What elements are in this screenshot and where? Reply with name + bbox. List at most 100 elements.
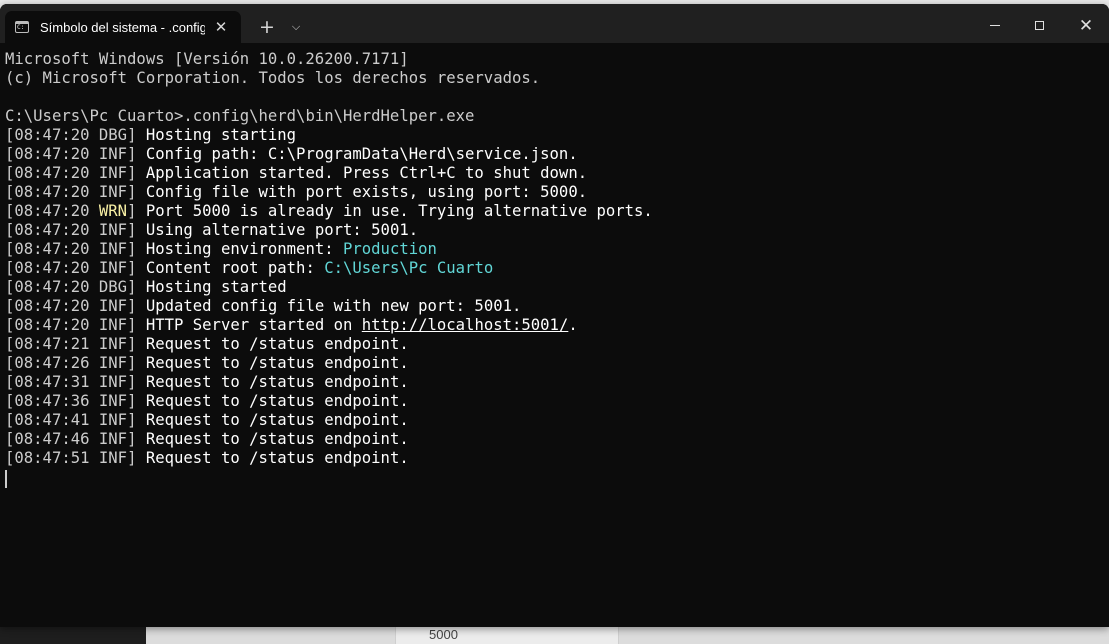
- log-bracket: ]: [127, 411, 146, 429]
- log-message: Updated config file with new port: 5001.: [145, 297, 522, 315]
- tab-command-prompt[interactable]: Símbolo del sistema - .config\ ✕: [5, 11, 241, 43]
- log-bracket: [: [5, 335, 15, 353]
- chevron-down-icon[interactable]: ⌵: [286, 17, 306, 37]
- log-bracket: [: [5, 126, 15, 144]
- log-bracket: [: [5, 183, 15, 201]
- log-line: [08:47:31 INF] Request to /status endpoi…: [5, 373, 1095, 392]
- log-timestamp: 08:47:20: [14, 316, 90, 334]
- log-line: [08:47:20 INF] Application started. Pres…: [5, 164, 1095, 183]
- log-line: [08:47:36 INF] Request to /status endpoi…: [5, 392, 1095, 411]
- log-bracket: [: [5, 316, 15, 334]
- background-dark-panel: [0, 626, 146, 644]
- log-level: INF: [98, 373, 128, 391]
- log-bracket: [: [5, 373, 15, 391]
- log-line: [08:47:20 INF] Hosting environment: Prod…: [5, 240, 1095, 259]
- new-tab-button[interactable]: +: [257, 17, 277, 37]
- log-bracket: [: [5, 411, 15, 429]
- log-level: INF: [98, 145, 128, 163]
- log-timestamp: 08:47:20: [14, 202, 90, 220]
- log-line: [08:47:51 INF] Request to /status endpoi…: [5, 449, 1095, 468]
- log-line: [08:47:20 INF] Content root path: C:\Use…: [5, 259, 1095, 278]
- log-level: INF: [98, 221, 128, 239]
- log-bracket: [: [5, 221, 15, 239]
- log-timestamp: 08:47:51: [14, 449, 90, 467]
- log-level: INF: [98, 354, 128, 372]
- log-timestamp: 08:47:20: [14, 183, 90, 201]
- log-line: [08:47:20 DBG] Hosting starting: [5, 126, 1095, 145]
- log-bracket: ]: [127, 278, 146, 296]
- log-bracket: [: [5, 240, 15, 258]
- console-output[interactable]: Microsoft Windows [Versión 10.0.26200.71…: [5, 50, 1095, 620]
- log-level: INF: [98, 392, 128, 410]
- log-bracket: [: [5, 202, 15, 220]
- log-line: [08:47:20 INF] Config path: C:\ProgramDa…: [5, 145, 1095, 164]
- log-bracket: ]: [127, 259, 146, 277]
- console-header-line: Microsoft Windows [Versión 10.0.26200.71…: [5, 50, 409, 68]
- log-timestamp: 08:47:20: [14, 278, 90, 296]
- log-line: [08:47:20 INF] HTTP Server started on ht…: [5, 316, 1095, 335]
- log-timestamp: 08:47:20: [14, 145, 90, 163]
- log-timestamp: 08:47:20: [14, 297, 90, 315]
- log-message: Config file with port exists, using port…: [145, 183, 588, 201]
- log-level: DBG: [98, 126, 128, 144]
- log-bracket: ]: [127, 430, 146, 448]
- log-timestamp: 08:47:20: [14, 240, 90, 258]
- log-line: [08:47:20 INF] Updated config file with …: [5, 297, 1095, 316]
- text-cursor: [5, 470, 7, 488]
- log-bracket: ]: [127, 297, 146, 315]
- log-bracket: ]: [127, 164, 146, 182]
- log-line: [08:47:46 INF] Request to /status endpoi…: [5, 430, 1095, 449]
- log-message: Content root path:: [145, 259, 325, 277]
- log-message: Request to /status endpoint.: [145, 392, 409, 410]
- log-message: HTTP Server started on: [145, 316, 362, 334]
- log-timestamp: 08:47:26: [14, 354, 90, 372]
- log-line: [08:47:20 WRN] Port 5000 is already in u…: [5, 202, 1095, 221]
- close-button[interactable]: ✕: [1063, 10, 1109, 42]
- log-line: [08:47:20 INF] Config file with port exi…: [5, 183, 1095, 202]
- log-list: [08:47:20 DBG] Hosting starting [08:47:20…: [5, 126, 1095, 468]
- log-level: INF: [98, 240, 128, 258]
- minimize-icon: [990, 25, 1000, 26]
- log-bracket: ]: [127, 373, 146, 391]
- tab-close-icon[interactable]: ✕: [213, 19, 229, 35]
- maximize-button[interactable]: [1017, 10, 1063, 42]
- log-bracket: ]: [127, 202, 146, 220]
- log-bracket: [: [5, 278, 15, 296]
- log-level: INF: [98, 297, 128, 315]
- log-message: Port 5000 is already in use. Trying alte…: [145, 202, 653, 220]
- log-suffix: .: [568, 316, 578, 334]
- log-highlight-value: Production: [343, 240, 437, 258]
- log-timestamp: 08:47:36: [14, 392, 90, 410]
- log-level: INF: [98, 335, 128, 353]
- log-timestamp: 08:47:20: [14, 221, 90, 239]
- log-line: [08:47:20 DBG] Hosting started: [5, 278, 1095, 297]
- log-bracket: ]: [127, 221, 146, 239]
- minimize-button[interactable]: [972, 10, 1018, 42]
- log-message: Request to /status endpoint.: [145, 411, 409, 429]
- log-message: Request to /status endpoint.: [145, 354, 409, 372]
- log-message: Hosting started: [145, 278, 287, 296]
- log-level: WRN: [98, 202, 128, 220]
- log-message: Using alternative port: 5001.: [145, 221, 419, 239]
- localhost-link[interactable]: http://localhost:5001/: [362, 316, 569, 334]
- command-text: .config\herd\bin\HerdHelper.exe: [183, 107, 475, 125]
- title-bar[interactable]: Símbolo del sistema - .config\ ✕ + ⌵ ✕: [0, 4, 1109, 43]
- log-bracket: ]: [127, 335, 146, 353]
- prompt: C:\Users\Pc Cuarto>: [5, 107, 184, 125]
- log-level: INF: [98, 259, 128, 277]
- log-level: INF: [98, 411, 128, 429]
- log-bracket: ]: [127, 316, 146, 334]
- command-line: C:\Users\Pc Cuarto>.config\herd\bin\Herd…: [5, 107, 1095, 126]
- log-bracket: [: [5, 297, 15, 315]
- log-level: INF: [98, 430, 128, 448]
- tab-title: Símbolo del sistema - .config\: [40, 19, 205, 35]
- log-message: Request to /status endpoint.: [145, 335, 409, 353]
- console-header-line: (c) Microsoft Corporation. Todos los der…: [5, 69, 541, 87]
- log-line: [08:47:21 INF] Request to /status endpoi…: [5, 335, 1095, 354]
- log-message: Hosting starting: [145, 126, 297, 144]
- log-bracket: [: [5, 392, 15, 410]
- log-bracket: [: [5, 259, 15, 277]
- log-bracket: [: [5, 449, 15, 467]
- log-timestamp: 08:47:20: [14, 164, 90, 182]
